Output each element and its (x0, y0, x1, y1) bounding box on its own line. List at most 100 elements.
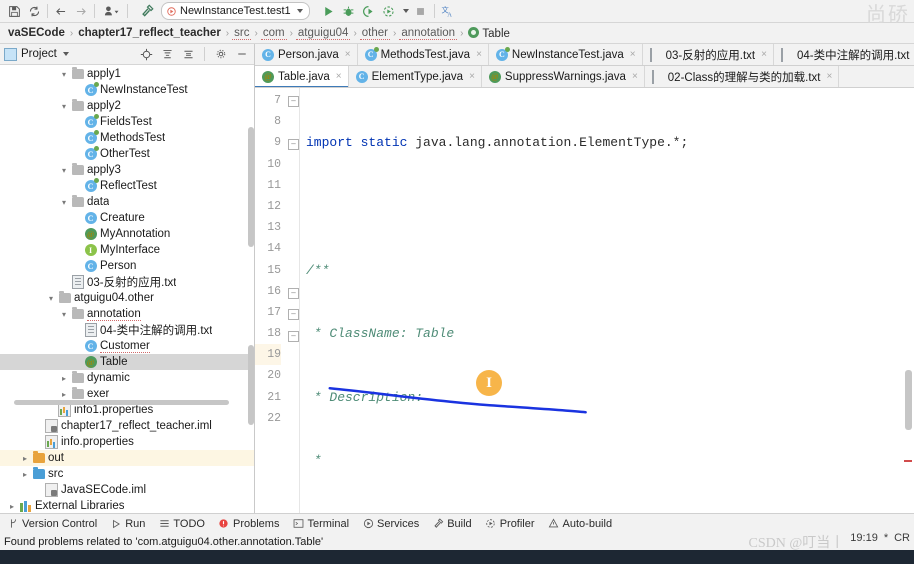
status-item-problems[interactable]: Problems (218, 518, 279, 530)
close-icon[interactable]: × (632, 71, 638, 82)
status-item-build[interactable]: Build (432, 518, 472, 530)
close-icon[interactable]: × (827, 71, 833, 82)
collapse-all-icon[interactable] (180, 46, 197, 62)
breadcrumb-item-5[interactable]: other (359, 27, 390, 40)
status-item-version-control[interactable]: Version Control (7, 518, 97, 530)
editor-tab-table-java[interactable]: @ Table.java × (255, 66, 349, 87)
tree-item-customer[interactable]: C Customer (0, 338, 254, 354)
chevron-right-icon[interactable]: ▸ (58, 390, 70, 399)
tree-item-dynamic[interactable]: ▸ dynamic (0, 370, 254, 386)
tree-item-fieldstest[interactable]: C FieldsTest (0, 114, 254, 130)
fold-marker-javadoc[interactable]: – (288, 139, 299, 150)
fold-marker-retention[interactable]: – (288, 331, 299, 342)
chevron-right-icon[interactable]: ▸ (19, 454, 31, 463)
chevron-down-icon[interactable]: ▾ (58, 102, 70, 111)
caret-position-indicator[interactable]: 19:19 (850, 532, 878, 552)
chevron-down-icon[interactable]: ▾ (58, 310, 70, 319)
line-separator-indicator[interactable]: CR (894, 532, 910, 552)
user-stamp-icon[interactable] (98, 2, 124, 20)
tree-item-03-txt[interactable]: 03-反射的应用.txt (0, 274, 254, 290)
chevron-right-icon[interactable]: ▸ (58, 374, 70, 383)
tree-item-table[interactable]: @ Table (0, 354, 254, 370)
editor-tab-methodstest-java[interactable]: C MethodsTest.java × (357, 44, 489, 65)
close-icon[interactable]: × (761, 49, 767, 60)
run-configuration-selector[interactable]: NewInstanceTest.test1 (161, 2, 310, 20)
tree-item-chapter17-reflect-teacher-iml[interactable]: chapter17_reflect_teacher.iml (0, 418, 254, 434)
minimize-icon[interactable] (233, 46, 250, 62)
editor-tab-02-class-txt[interactable]: 02-Class的理解与类的加载.txt × (644, 66, 840, 87)
status-item-services[interactable]: Services (362, 518, 419, 530)
status-item-auto-build[interactable]: Auto-build (548, 518, 612, 530)
run-coverage-icon[interactable] (359, 2, 379, 20)
status-item-terminal[interactable]: Terminal (292, 518, 349, 530)
chevron-down-icon[interactable]: ▾ (45, 294, 57, 303)
close-icon[interactable]: × (469, 71, 475, 82)
editor-tab-suppresswarnings-java[interactable]: @ SuppressWarnings.java × (481, 66, 645, 87)
chevron-down-icon[interactable]: ▾ (58, 70, 70, 79)
project-dropdown-icon[interactable] (62, 52, 69, 56)
tree-item-myinterface[interactable]: I MyInterface (0, 242, 254, 258)
fold-marker-target[interactable]: – (288, 309, 299, 320)
expand-all-icon[interactable] (159, 46, 176, 62)
tree-item-src[interactable]: ▸ src (0, 466, 254, 482)
breadcrumb-item-7[interactable]: Table (466, 26, 512, 40)
close-icon[interactable]: × (476, 49, 482, 60)
stop-icon[interactable] (411, 2, 431, 20)
tree-item-creature[interactable]: C Creature (0, 210, 254, 226)
tree-item-methodstest[interactable]: C MethodsTest (0, 130, 254, 146)
tree-item-annotation[interactable]: ▾ annotation (0, 306, 254, 322)
breadcrumb-item-1[interactable]: chapter17_reflect_teacher (76, 27, 223, 39)
breadcrumb-item-0[interactable]: vaSECode (6, 27, 67, 39)
close-icon[interactable]: × (345, 49, 351, 60)
tree-item-person[interactable]: C Person (0, 258, 254, 274)
sync-icon[interactable] (24, 2, 44, 20)
editor-vertical-scrollbar[interactable] (905, 370, 912, 430)
editor-marker-strip[interactable] (902, 88, 914, 513)
tree-item-othertest[interactable]: C OtherTest (0, 146, 254, 162)
run-icon[interactable] (319, 2, 339, 20)
tree-item-out[interactable]: ▸ out (0, 450, 254, 466)
save-icon[interactable] (4, 2, 24, 20)
breadcrumb-item-4[interactable]: atguigu04 (295, 27, 351, 40)
tree-item-apply1[interactable]: ▾ apply1 (0, 66, 254, 82)
editor-tab-04-txt[interactable]: 04-类中注解的调用.txt× (773, 44, 914, 65)
fold-marker-javadoc-end[interactable]: – (288, 288, 299, 299)
tree-item-atguigu04-other[interactable]: ▾ atguigu04.other (0, 290, 254, 306)
project-tree[interactable]: ▾ apply1 C NewInstanceTest ▾ apply2 C FieldsTes… (0, 65, 254, 513)
tree-item-04-txt[interactable]: 04-类中注解的调用.txt (0, 322, 254, 338)
tree-vertical-scrollbar[interactable] (248, 127, 254, 247)
chevron-down-icon[interactable]: ▾ (58, 166, 70, 175)
tree-item-reflecttest[interactable]: C ReflectTest (0, 178, 254, 194)
status-item-profiler[interactable]: Profiler (485, 518, 535, 530)
editor-tab-03-txt[interactable]: 03-反射的应用.txt × (642, 44, 774, 65)
tree-item-javasecode-iml[interactable]: JavaSECode.iml (0, 482, 254, 498)
status-item-run[interactable]: Run (110, 518, 145, 530)
tree-item-apply3[interactable]: ▾ apply3 (0, 162, 254, 178)
fold-marker-import[interactable]: – (288, 96, 299, 107)
tree-item-apply2[interactable]: ▾ apply2 (0, 98, 254, 114)
editor-tab-newinstancetest-java[interactable]: C NewInstanceTest.java × (488, 44, 643, 65)
chevron-right-icon[interactable]: ▸ (19, 470, 31, 479)
close-icon[interactable]: × (336, 71, 342, 82)
chevron-down-icon[interactable] (296, 9, 303, 13)
translate-icon[interactable]: 文A (438, 2, 458, 20)
tree-item-newinstancetest[interactable]: C NewInstanceTest (0, 82, 254, 98)
breadcrumb-item-2[interactable]: src (232, 27, 252, 40)
chevron-right-icon[interactable]: ▸ (6, 502, 18, 511)
back-arrow-icon[interactable] (51, 2, 71, 20)
editor-tab-row-1[interactable]: C Person.java × C MethodsTest.java × C NewInsta… (255, 44, 914, 66)
editor-tab-person-java[interactable]: C Person.java × (255, 44, 358, 65)
tree-horizontal-scrollbar[interactable] (14, 400, 229, 405)
chevron-down-icon[interactable]: ▾ (58, 198, 70, 207)
code-content[interactable]: import static java.lang.annotation.Eleme… (300, 88, 914, 513)
breadcrumb-item-6[interactable]: annotation (399, 27, 458, 40)
editor-tab-row-2[interactable]: @ Table.java × C ElementType.java × @ SuppressW… (255, 66, 914, 88)
close-icon[interactable]: × (630, 49, 636, 60)
profile-dropdown-icon[interactable] (399, 2, 411, 20)
fold-gutter[interactable]: – – – – – (286, 88, 300, 513)
profile-icon[interactable] (379, 2, 399, 20)
build-hammer-icon[interactable] (137, 2, 157, 20)
tree-vertical-scrollbar-lower[interactable] (248, 345, 254, 425)
tree-item-info-properties[interactable]: info.properties (0, 434, 254, 450)
status-item-todo[interactable]: TODO (158, 518, 205, 530)
